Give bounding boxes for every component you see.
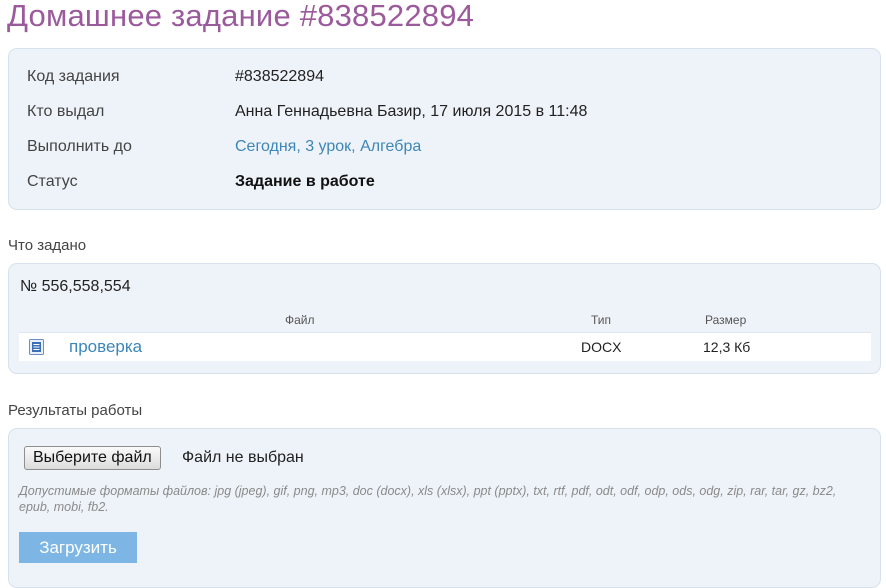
assignment-info-panel: Код задания #838522894 Кто выдал Анна Ге… [8,48,881,210]
task-number: № 556,558,554 [20,278,131,295]
file-row: проверка DOCX 12,3 Кб [19,332,871,361]
column-header-type: Тип [591,313,612,327]
info-label-due: Выполнить до [27,138,132,155]
upload-button[interactable]: Загрузить [19,532,137,563]
info-label-issuer: Кто выдал [27,103,105,120]
info-label-status: Статус [27,173,78,190]
info-label-code: Код задания [27,68,120,85]
assignment-code: #838522894 [235,68,324,85]
file-type: DOCX [581,339,622,355]
column-header-file: Файл [285,313,315,327]
status-value: Задание в работе [235,173,375,190]
docx-file-icon [29,339,44,355]
choose-file-button[interactable]: Выберите файл [24,446,161,470]
results-section-title: Результаты работы [8,402,143,419]
no-file-chosen-text: Файл не выбран [182,449,304,466]
column-header-size: Размер [705,313,747,327]
files-table-header: Файл Тип Размер [9,313,880,331]
page-title: Домашнее задание #838522894 [7,0,475,33]
assignment-issuer: Анна Геннадьевна Базир, 17 июля 2015 в 1… [235,103,588,120]
task-panel: № 556,558,554 Файл Тип Размер проверка D… [8,263,881,374]
due-date-link[interactable]: Сегодня, 3 урок, Алгебра [235,138,421,156]
upload-panel: Выберите файл Файл не выбран Допустимые … [8,428,881,588]
file-link[interactable]: проверка [69,337,142,357]
file-size: 12,3 Кб [703,339,751,355]
allowed-formats-text: Допустимые форматы файлов: jpg (jpeg), g… [19,484,837,514]
task-section-title: Что задано [8,237,87,254]
